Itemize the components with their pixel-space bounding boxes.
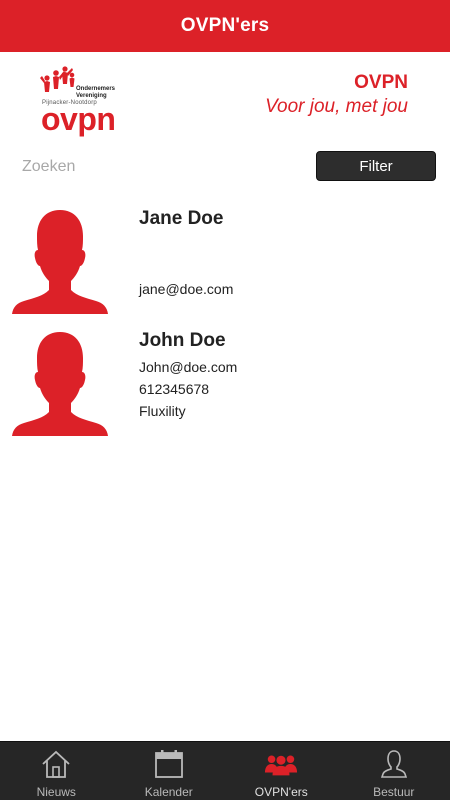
member-phone: 612345678 xyxy=(139,381,210,397)
tab-label: OVPN'ers xyxy=(254,785,308,799)
people-icon xyxy=(264,749,298,779)
member-list-item[interactable]: John Doe John@doe.com 612345678 Fluxilit… xyxy=(0,330,450,448)
navigation-bar: OVPN'ers xyxy=(0,0,450,52)
page-title: OVPN'ers xyxy=(180,15,270,36)
ovpn-logo: Ondernemers Vereniging Pijnacker-Nootdor… xyxy=(36,66,122,138)
logo-text-line-1: Ondernemers xyxy=(76,86,116,92)
tab-label: Bestuur xyxy=(373,785,415,799)
person-silhouette-icon xyxy=(12,210,108,314)
calendar-icon xyxy=(152,749,186,779)
member-name: John Doe xyxy=(139,330,226,351)
tab-kalender[interactable]: Kalender xyxy=(113,742,226,800)
tab-bestuur[interactable]: Bestuur xyxy=(338,742,450,800)
tab-bar: Nieuws Kalender OVPN'ers Bestuur xyxy=(0,741,450,800)
logo-wordmark: ovpn xyxy=(41,101,116,137)
member-email: jane@doe.com xyxy=(139,281,234,297)
filter-button-label: Filter xyxy=(359,157,393,175)
member-list-item[interactable]: Jane Doe jane@doe.com xyxy=(0,208,450,326)
tab-ovpners[interactable]: OVPN'ers xyxy=(225,742,338,800)
tab-nieuws[interactable]: Nieuws xyxy=(0,742,113,800)
search-input[interactable] xyxy=(22,156,282,178)
member-company: Fluxility xyxy=(139,403,186,419)
brand-name: OVPN xyxy=(354,72,408,93)
filter-button[interactable]: Filter xyxy=(316,151,436,181)
tab-label: Nieuws xyxy=(36,785,76,799)
tab-label: Kalender xyxy=(144,785,193,799)
member-name: Jane Doe xyxy=(139,208,224,229)
person-silhouette-icon xyxy=(12,332,108,436)
member-email: John@doe.com xyxy=(139,359,238,375)
brand-header: Ondernemers Vereniging Pijnacker-Nootdor… xyxy=(0,52,450,142)
home-icon xyxy=(39,749,73,779)
brand-slogan: Voor jou, met jou xyxy=(265,96,408,117)
person-icon xyxy=(377,749,411,779)
logo-text-line-2: Vereniging xyxy=(76,93,107,99)
